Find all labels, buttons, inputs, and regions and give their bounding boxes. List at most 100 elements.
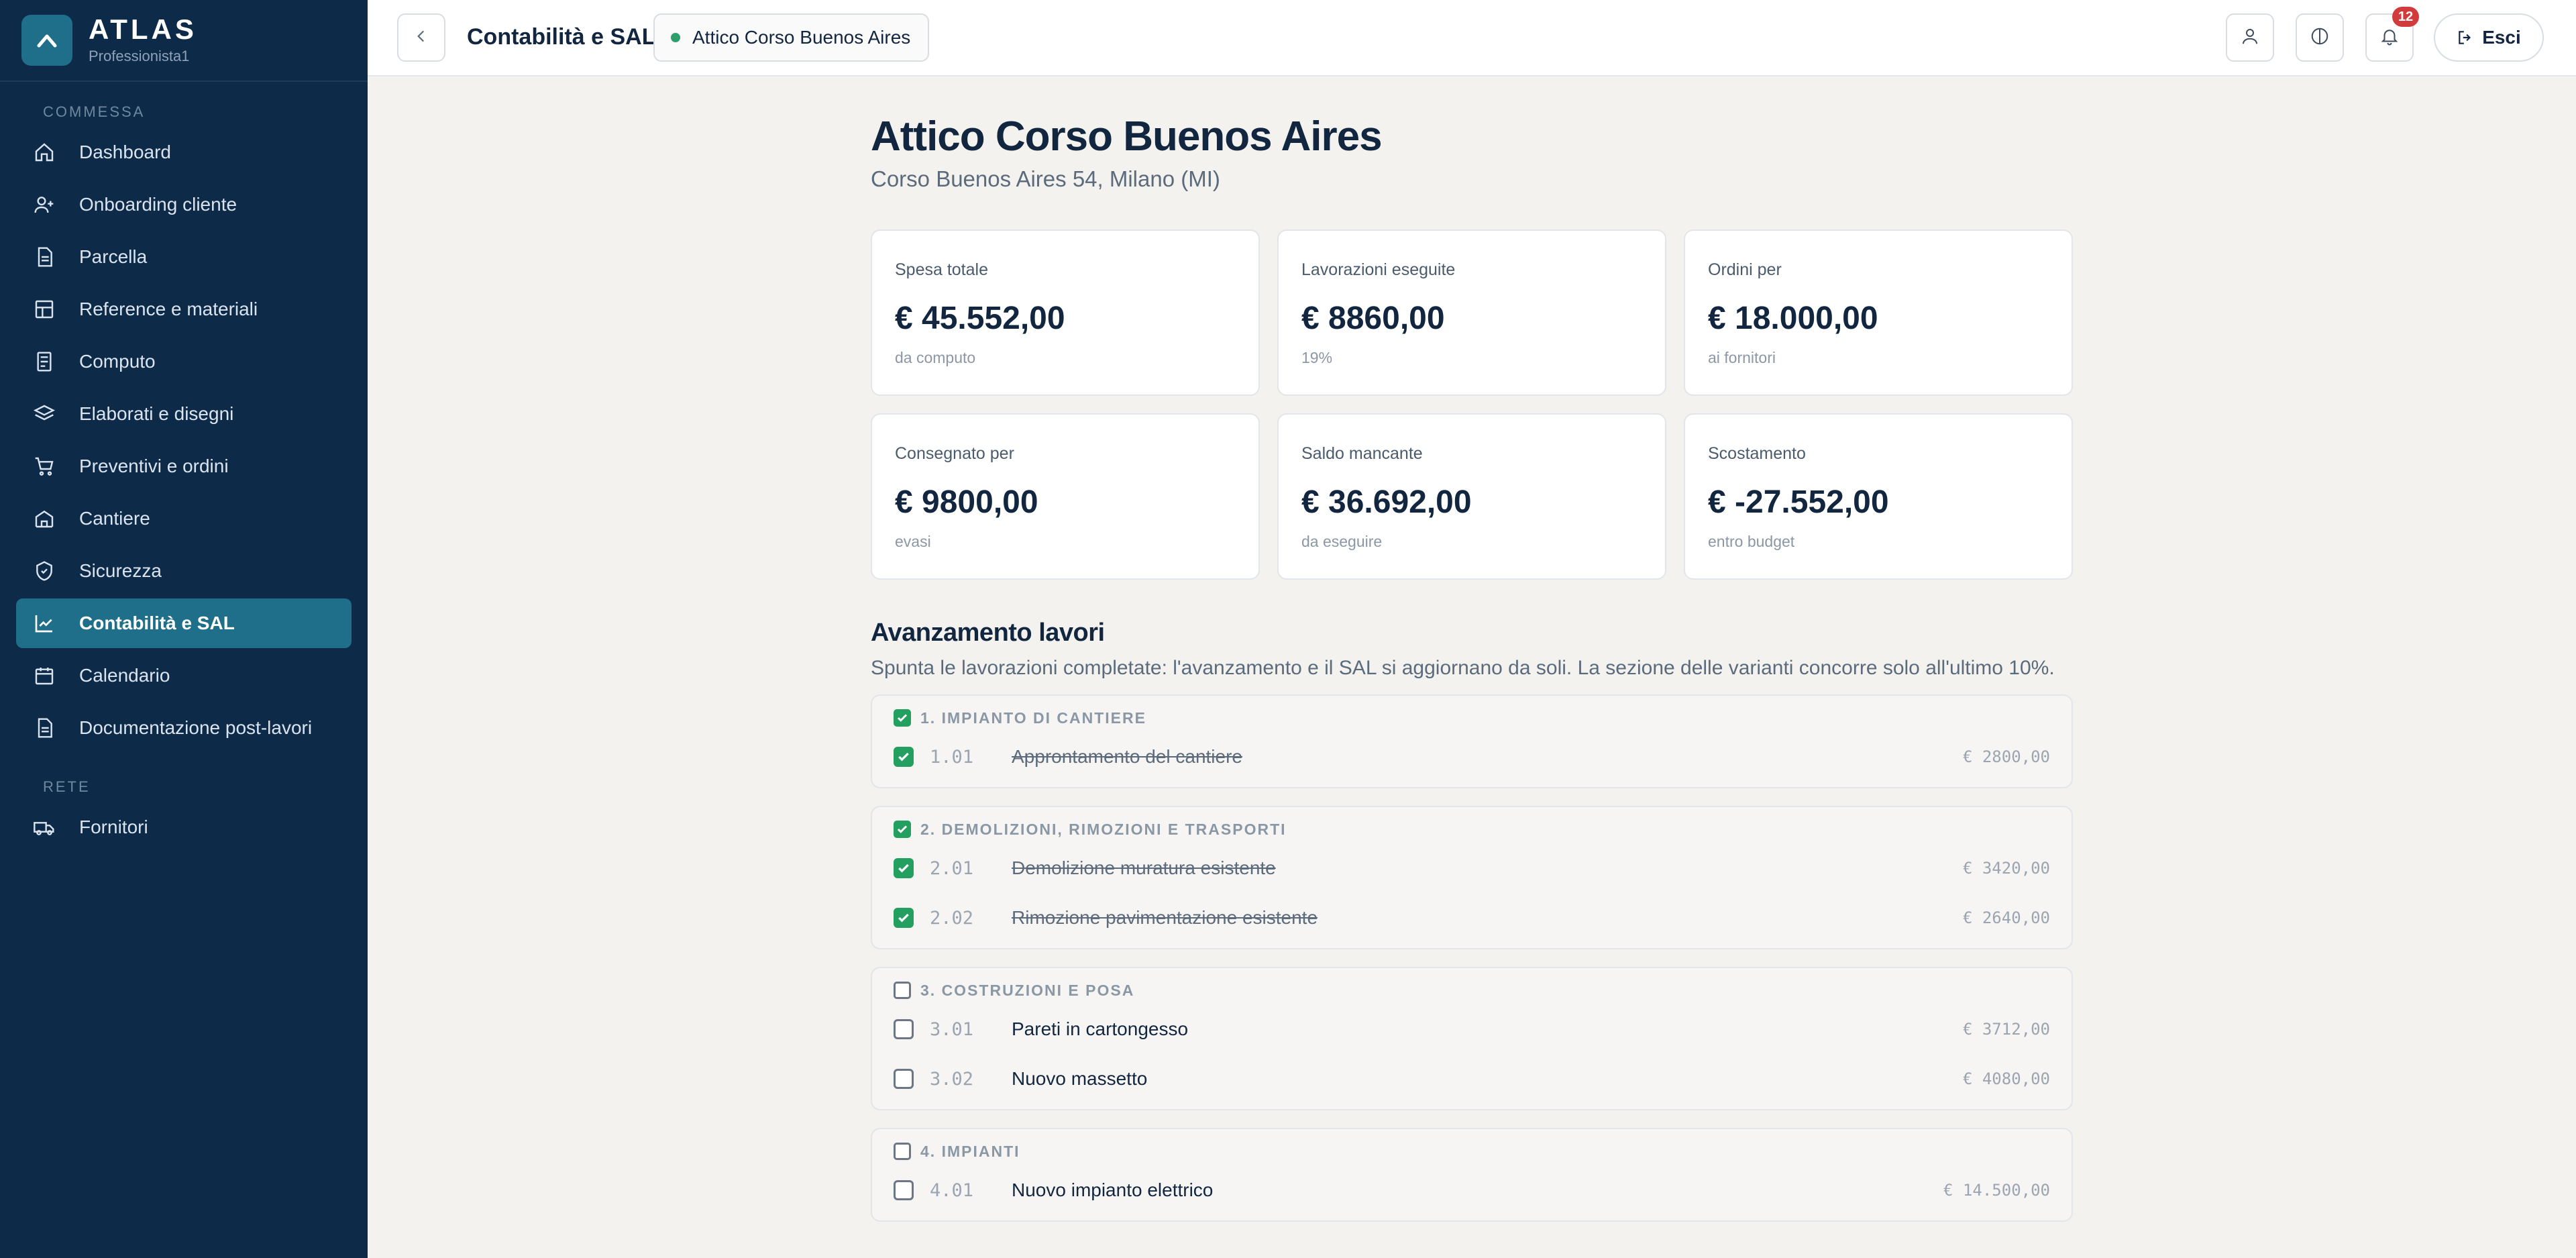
sidebar: ATLAS Professionista1 COMMESSA Dashboard… [0, 0, 368, 1258]
sidebar-item-documentazione[interactable]: Documentazione post-lavori [16, 703, 352, 753]
row-checkbox[interactable] [894, 1019, 914, 1040]
work-row[interactable]: 1.01 Approntamento del cantiere € 2800,0… [894, 732, 2050, 782]
notification-badge: 12 [2392, 7, 2419, 27]
card-label: Spesa totale [895, 260, 988, 280]
logout-label: Esci [2482, 27, 2521, 48]
card-value: € 8860,00 [1301, 301, 1445, 337]
sidebar-item-label: Elaborati e disegni [79, 403, 234, 424]
row-code: 4.01 [930, 1180, 974, 1201]
sidebar-item-label: Cantiere [79, 508, 150, 529]
row-checkbox[interactable] [894, 747, 914, 768]
row-amount: € 2640,00 [1962, 908, 2050, 928]
sidebar-item-onboarding[interactable]: Onboarding cliente [16, 180, 352, 229]
sidebar-item-elaborati[interactable]: Elaborati e disegni [16, 389, 352, 439]
row-code: 2.01 [930, 857, 974, 879]
sidebar-item-label: Preventivi e ordini [79, 456, 229, 476]
progress-title: Avanzamento lavori [871, 619, 1105, 647]
work-row[interactable]: 2.01 Demolizione muratura esistente € 34… [894, 843, 2050, 893]
project-selector[interactable]: Attico Corso Buenos Aires [653, 13, 930, 62]
group-checkbox[interactable] [894, 1143, 911, 1161]
card-lavorazioni-eseguite: Lavorazioni eseguite € 8860,00 19% [1277, 229, 1666, 397]
group-checkbox[interactable] [894, 709, 911, 727]
sidebar-item-cantiere[interactable]: Cantiere [16, 494, 352, 543]
project-address: Corso Buenos Aires 54, Milano (MI) [871, 166, 1220, 192]
shield-icon [32, 559, 56, 583]
sidebar-item-dashboard[interactable]: Dashboard [16, 127, 352, 177]
atlas-logo-icon[interactable] [21, 15, 72, 66]
row-description: Nuovo massetto [1012, 1068, 1148, 1090]
row-checkbox[interactable] [894, 1180, 914, 1201]
sidebar-item-label: Documentazione post-lavori [79, 717, 313, 738]
project-name: Attico Corso Buenos Aires [692, 27, 911, 48]
sidebar-item-label: Sicurezza [79, 560, 162, 581]
card-value: € 18.000,00 [1708, 301, 1878, 337]
work-row[interactable]: 2.02 Rimozione pavimentazione esistente … [894, 893, 2050, 943]
card-note: evasi [895, 533, 931, 551]
page-title-top: Contabilità e SAL [467, 24, 656, 50]
row-description: Rimozione pavimentazione esistente [1012, 907, 1318, 929]
contrast-icon [2310, 26, 2330, 50]
back-button[interactable] [397, 13, 445, 62]
work-row[interactable]: 3.01 Pareti in cartongesso € 3712,00 [894, 1004, 2050, 1054]
profile-button[interactable] [2226, 13, 2274, 62]
theme-toggle-button[interactable] [2296, 13, 2344, 62]
row-checkbox[interactable] [894, 908, 914, 929]
card-label: Consegnato per [895, 444, 1014, 464]
row-description: Nuovo impianto elettrico [1012, 1180, 1214, 1201]
sidebar-item-reference[interactable]: Reference e materiali [16, 284, 352, 334]
sidebar-item-calendario[interactable]: Calendario [16, 651, 352, 700]
chart-icon [32, 611, 56, 635]
layers-icon [32, 402, 56, 426]
sidebar-item-sicurezza[interactable]: Sicurezza [16, 546, 352, 596]
card-value: € 45.552,00 [895, 301, 1065, 337]
document-icon [32, 716, 56, 740]
work-group: 3. COSTRUZIONI E POSA 3.01 Pareti in car… [871, 967, 2073, 1111]
group-checkbox[interactable] [894, 982, 911, 1000]
topbar: Contabilità e SAL Attico Corso Buenos Ai… [368, 0, 2576, 76]
notifications-button[interactable]: 12 [2365, 7, 2419, 62]
sidebar-item-contabilita[interactable]: Contabilità e SAL [16, 598, 352, 648]
card-scostamento: Scostamento € -27.552,00 entro budget [1684, 413, 2073, 580]
main-content: Attico Corso Buenos Aires Corso Buenos A… [871, 76, 2073, 1239]
calendar-icon [32, 664, 56, 688]
group-checkbox[interactable] [894, 821, 911, 839]
row-checkbox[interactable] [894, 858, 914, 879]
row-amount: € 2800,00 [1962, 747, 2050, 767]
nav-section-rete: RETE [43, 778, 91, 795]
group-title: 1. IMPIANTO DI CANTIERE [920, 709, 1146, 727]
work-row[interactable]: 4.01 Nuovo impianto elettrico € 14.500,0… [894, 1165, 2050, 1215]
sidebar-item-label: Computo [79, 351, 156, 372]
row-amount: € 4080,00 [1962, 1069, 2050, 1089]
row-checkbox[interactable] [894, 1069, 914, 1090]
sidebar-item-label: Reference e materiali [79, 299, 258, 319]
grid-icon [32, 297, 56, 321]
bell-icon [2379, 26, 2400, 50]
card-label: Saldo mancante [1301, 444, 1423, 464]
sidebar-item-label: Onboarding cliente [79, 194, 237, 215]
sidebar-item-label: Contabilità e SAL [79, 613, 235, 633]
card-consegnato: Consegnato per € 9800,00 evasi [871, 413, 1260, 580]
logout-button[interactable]: Esci [2434, 13, 2544, 62]
sidebar-item-computo[interactable]: Computo [16, 337, 352, 386]
sidebar-item-fornitori[interactable]: Fornitori [16, 802, 352, 852]
card-label: Ordini per [1708, 260, 1782, 280]
sidebar-item-label: Parcella [79, 246, 148, 267]
user-plus-icon [32, 193, 56, 217]
sidebar-item-preventivi[interactable]: Preventivi e ordini [16, 441, 352, 491]
logout-icon [2457, 29, 2474, 46]
row-amount: € 14.500,00 [1943, 1181, 2050, 1200]
card-label: Lavorazioni eseguite [1301, 260, 1456, 280]
work-group: 2. DEMOLIZIONI, RIMOZIONI E TRASPORTI 2.… [871, 806, 2073, 950]
card-note: ai fornitori [1708, 349, 1776, 367]
sidebar-item-parcella[interactable]: Parcella [16, 232, 352, 282]
calculator-icon [32, 350, 56, 374]
row-code: 1.01 [930, 746, 974, 768]
status-dot-icon [671, 33, 680, 42]
home-icon [32, 140, 56, 164]
work-row[interactable]: 3.02 Nuovo massetto € 4080,00 [894, 1054, 2050, 1104]
group-title: 2. DEMOLIZIONI, RIMOZIONI E TRASPORTI [920, 820, 1287, 838]
nav-section-commessa: COMMESSA [43, 103, 146, 120]
row-code: 3.02 [930, 1068, 974, 1090]
summary-cards: Spesa totale € 45.552,00 da computo Lavo… [871, 229, 2073, 580]
card-note: da eseguire [1301, 533, 1383, 551]
